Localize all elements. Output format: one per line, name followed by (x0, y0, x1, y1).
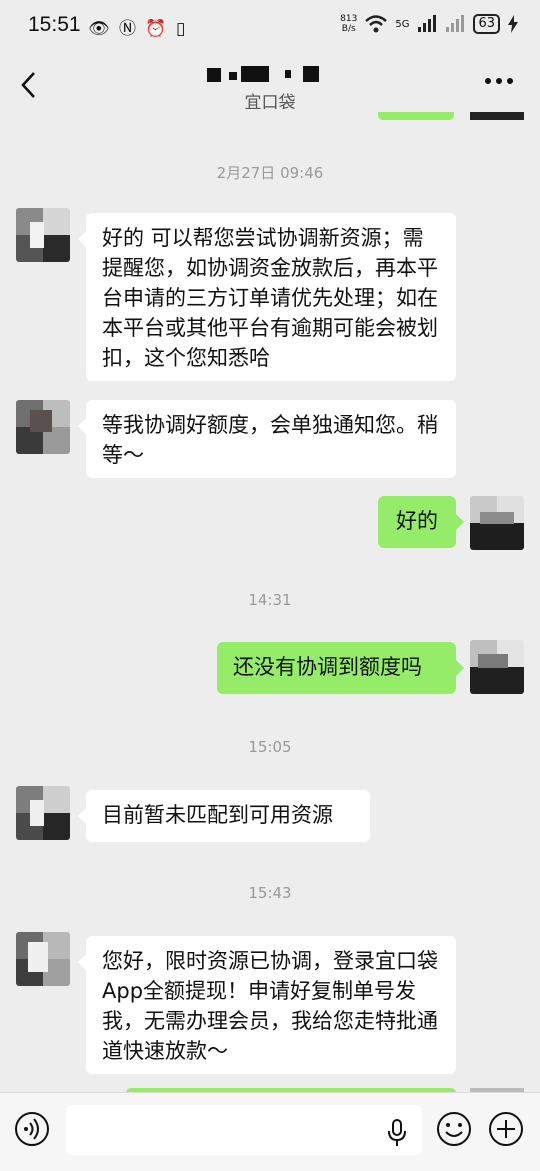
timestamp: 15:05 (248, 738, 292, 756)
timestamp: 2月27日 09:46 (216, 164, 324, 182)
status-right-group: 813 B/s 5G 63 (340, 14, 518, 34)
contact-avatar[interactable] (16, 786, 70, 840)
previous-avatar-edge (470, 112, 524, 120)
timestamp: 15:43 (248, 884, 292, 902)
incoming-message[interactable]: 您好，限时资源已协调，登录宜口袋App全额提现！申请好复制单号发我，无需办理会员… (78, 936, 456, 1074)
input-bar (0, 1092, 540, 1171)
plus-icon[interactable] (488, 1111, 524, 1147)
chat-title-redacted (205, 62, 345, 82)
incoming-message[interactable]: 等我协调好额度，会单独通知您。稍等～ (78, 400, 456, 478)
contact-avatar[interactable] (16, 932, 70, 986)
status-notification-icons: 👁 Ⓝ ⏰ ▯ (88, 19, 188, 39)
more-options-icon[interactable] (484, 76, 514, 86)
status-time: 15:51 (28, 13, 81, 36)
battery-indicator: 63 (473, 14, 500, 34)
signal-2-icon (446, 15, 465, 32)
user-avatar[interactable] (470, 640, 524, 694)
voice-mode-icon[interactable] (14, 1111, 50, 1147)
previous-message-edge (378, 112, 454, 120)
contact-avatar[interactable] (16, 400, 70, 454)
message-input[interactable] (66, 1105, 422, 1155)
chat-subtitle: 宜口袋 (244, 93, 296, 113)
incoming-message[interactable]: 好的 可以帮您尝试协调新资源；需提醒您，如协调资金放款后，再本平台申请的三方订单… (78, 213, 456, 381)
timestamp: 14:31 (248, 591, 292, 609)
contact-avatar[interactable] (16, 208, 70, 262)
network-speed: 813 B/s (340, 14, 358, 34)
wifi-icon (365, 15, 388, 33)
status-bar: 15:51 👁 Ⓝ ⏰ ▯ 813 B/s 5G 63 (0, 0, 540, 50)
user-avatar[interactable] (470, 496, 524, 550)
network-type: 5G (395, 18, 410, 30)
outgoing-message[interactable]: 好的 (378, 496, 464, 548)
outgoing-message[interactable]: 还没有协调到额度吗 (217, 642, 464, 694)
signal-icon (418, 15, 437, 32)
incoming-message[interactable]: 目前暂未匹配到可用资源 (78, 790, 370, 842)
emoji-icon[interactable] (436, 1111, 472, 1147)
microphone-icon[interactable] (386, 1119, 408, 1147)
chat-header: 宜口袋 (0, 50, 540, 118)
charging-icon (508, 15, 518, 33)
